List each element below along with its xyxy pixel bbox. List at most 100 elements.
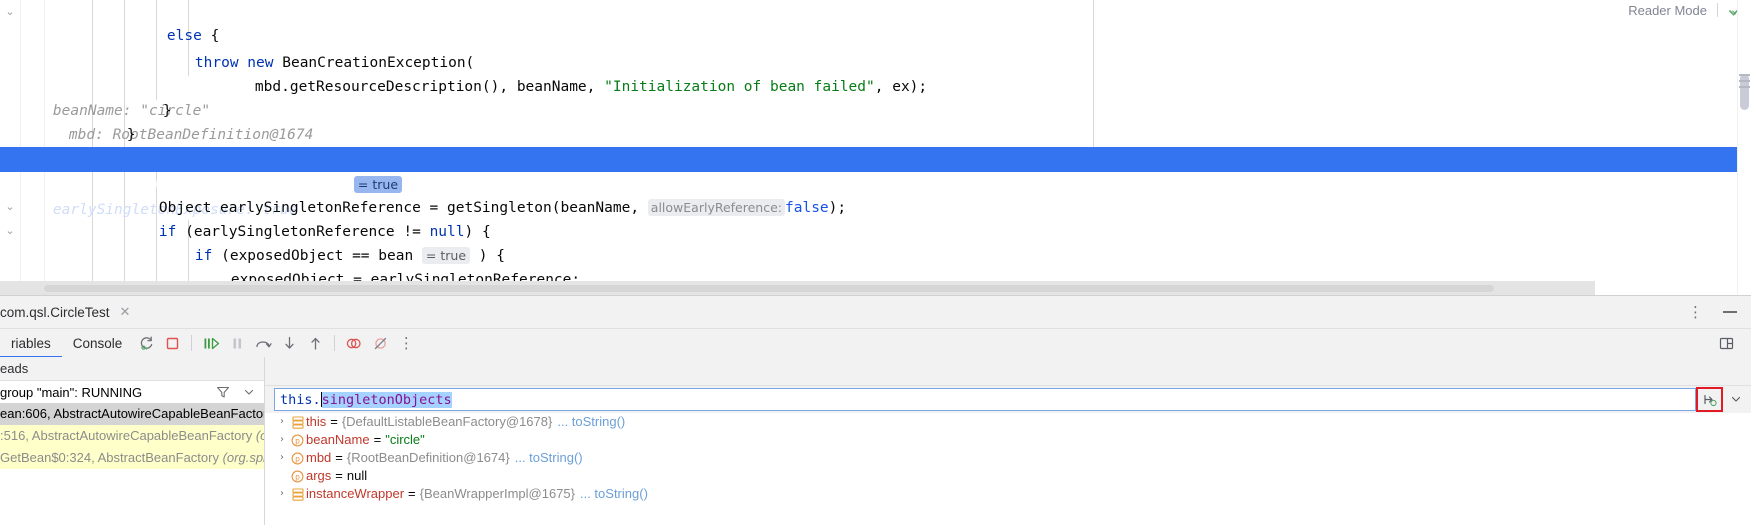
variable-name: beanName (306, 432, 370, 447)
variables-panel[interactable]: this. singletonObjects › this = {Default… (265, 357, 1751, 525)
step-into-button[interactable] (278, 332, 300, 354)
code-line: throw new BeanCreationException( (194, 55, 475, 71)
variable-name: this (306, 414, 327, 429)
threads-subtab-label[interactable]: eads (0, 357, 264, 381)
svg-text:p: p (295, 436, 300, 445)
equals-sign: = (373, 432, 382, 447)
stop-button[interactable] (161, 332, 183, 354)
equals-sign: = (335, 450, 343, 465)
stack-frame-row[interactable]: :516, AbstractAutowireCapableBeanFactory… (0, 425, 264, 447)
variable-row-beanname[interactable]: › p beanName = "circle" (265, 431, 1751, 449)
view-breakpoints-button[interactable] (369, 332, 391, 354)
parameter-icon: p (289, 434, 306, 447)
stack-frame-package: (org.sprin (222, 450, 264, 465)
thread-group-label: group "main": RUNNING (0, 384, 143, 400)
debugger-toolbar[interactable]: riables Console ⋮ (0, 328, 1751, 358)
svg-text:p: p (295, 454, 300, 463)
run-tab-circletest[interactable]: com.qsl.CircleTest ✕ (0, 296, 142, 328)
code-line: else { (166, 28, 220, 44)
parameter-icon: p (289, 452, 306, 465)
code-line: if (exposedObject == bean = true ) { (194, 247, 505, 264)
evaluate-expression-button[interactable] (1696, 387, 1723, 412)
variable-name: args (306, 468, 332, 483)
stack-frame-text: GetBean$0:324, AbstractBeanFactory (0, 450, 219, 465)
equals-sign: = (408, 486, 416, 501)
editor-horizontal-scrollbar[interactable] (44, 285, 1494, 292)
chevron-down-icon[interactable] (242, 385, 256, 399)
pause-button[interactable] (226, 332, 248, 354)
parameter-icon: p (289, 470, 306, 483)
expand-triangle-icon[interactable]: › (275, 413, 289, 431)
tab-console[interactable]: Console (62, 329, 134, 358)
reader-mode-label: Reader Mode (1628, 2, 1707, 18)
code-marker (1739, 74, 1750, 76)
filter-icon[interactable] (216, 385, 230, 399)
divider (1717, 3, 1718, 17)
debug-tool-window[interactable]: com.qsl.CircleTest ✕ ⋮ riables Console ⋮… (0, 295, 1751, 525)
variable-row-this[interactable]: › this = {DefaultListableBeanFactory@167… (265, 413, 1751, 431)
code-line: Object earlySingletonReference = getSing… (158, 199, 847, 216)
variable-name: instanceWrapper (306, 486, 405, 501)
rerun-debug-button[interactable] (135, 332, 157, 354)
close-icon[interactable]: ✕ (120, 305, 131, 320)
stack-frame-text: ean:606, AbstractAutowireCapableBeanFact… (0, 406, 265, 421)
divider (334, 335, 336, 351)
divider (191, 335, 193, 351)
object-field-icon (289, 415, 306, 429)
debug-window-actions[interactable]: ⋮ (1688, 304, 1751, 320)
evaluate-history-chevron-down-icon[interactable] (1727, 390, 1745, 408)
stack-frame-package: (o (255, 428, 264, 443)
editor-markup-strip[interactable] (1737, 0, 1751, 295)
thread-selector[interactable]: group "main": RUNNING (0, 381, 264, 403)
variable-value: "circle" (385, 432, 425, 447)
equals-sign: = (330, 414, 338, 429)
variable-value: {RootBeanDefinition@1674} (346, 450, 510, 465)
more-options-icon[interactable]: ⋮ (1688, 304, 1703, 320)
step-over-button[interactable] (252, 332, 274, 354)
expand-triangle-icon[interactable]: › (275, 431, 289, 449)
reader-mode-bar[interactable]: Reader Mode (1628, 0, 1751, 20)
code-marker (1739, 80, 1750, 82)
code-editor[interactable]: ⌄ ⌄ ⌄ ⌄ else { throw new BeanCreationExc… (0, 0, 1751, 295)
mute-breakpoints-button[interactable] (343, 332, 365, 354)
svg-text:p: p (295, 472, 300, 481)
step-out-button[interactable] (304, 332, 326, 354)
more-toolbar-options-icon[interactable]: ⋮ (395, 332, 417, 354)
code-marker (1739, 86, 1750, 88)
tab-variables[interactable]: riables (0, 329, 62, 358)
variable-row-instancewrapper[interactable]: › instanceWrapper = {BeanWrapperImpl@167… (265, 485, 1751, 503)
run-tab-label: com.qsl.CircleTest (0, 304, 110, 320)
code-line-executing: if (earlySingletonExposure = true) { earl… (0, 147, 1751, 218)
expand-triangle-icon[interactable]: › (275, 485, 289, 503)
expression-selected-text: singletonObjects (321, 391, 452, 408)
debug-toolbar-right[interactable] (1713, 332, 1751, 354)
object-field-icon (289, 487, 306, 501)
code-line: } (162, 103, 172, 119)
code-line: } (126, 127, 136, 143)
evaluate-expression-input[interactable]: this. singletonObjects (274, 388, 1696, 411)
layout-settings-icon[interactable] (1715, 332, 1737, 354)
stack-frame-row[interactable]: ean:606, AbstractAutowireCapableBeanFact… (0, 403, 264, 425)
equals-sign: = (335, 468, 343, 483)
tostring-link[interactable]: ... toString() (552, 413, 625, 431)
variable-value: {DefaultListableBeanFactory@1678} (341, 414, 553, 429)
variable-value: null (346, 468, 368, 483)
code-line: mbd.getResourceDescription(), beanName, … (0, 51, 1751, 143)
minimize-icon[interactable] (1723, 311, 1737, 313)
frames-panel[interactable]: eads group "main": RUNNING ean:606, Abst… (0, 357, 265, 525)
variable-row-args[interactable]: › p args = null (265, 467, 1751, 485)
code-line: if (earlySingletonReference != null) { (158, 224, 491, 240)
expand-triangle-icon[interactable]: › (275, 449, 289, 467)
resume-button[interactable] (200, 332, 222, 354)
evaluate-toolbar[interactable] (265, 357, 1751, 386)
debug-tab-bar[interactable]: com.qsl.CircleTest ✕ ⋮ (0, 296, 1751, 328)
expression-prefix: this. (280, 391, 321, 408)
variable-row-mbd[interactable]: › p mbd = {RootBeanDefinition@1674} ... … (265, 449, 1751, 467)
tostring-link[interactable]: ... toString() (575, 485, 648, 503)
evaluate-expression-row[interactable]: this. singletonObjects (265, 386, 1751, 413)
tostring-link[interactable]: ... toString() (510, 449, 583, 467)
code-line: exposedObject = earlySingletonReference; (230, 272, 581, 288)
stack-frame-row[interactable]: GetBean$0:324, AbstractBeanFactory (org.… (0, 447, 264, 469)
variable-value: {BeanWrapperImpl@1675} (419, 486, 575, 501)
variables-tree[interactable]: › this = {DefaultListableBeanFactory@167… (265, 413, 1751, 525)
